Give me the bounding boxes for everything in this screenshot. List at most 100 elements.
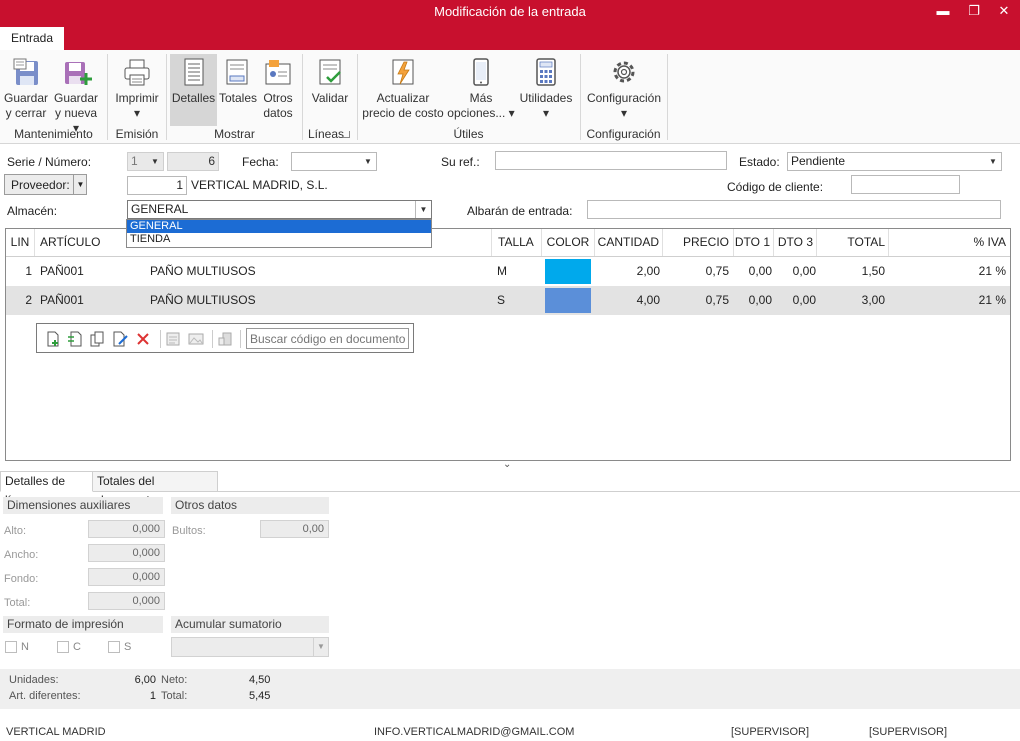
col-color[interactable]: COLOR bbox=[542, 229, 595, 256]
serie-select[interactable]: 1 ▼ bbox=[127, 152, 164, 171]
gear-icon bbox=[613, 61, 635, 83]
minimize-button[interactable]: ▬ bbox=[928, 0, 958, 24]
almacen-label: Almacén: bbox=[7, 204, 58, 218]
insert-line-icon[interactable] bbox=[67, 331, 83, 347]
maximize-button[interactable]: ❐ bbox=[959, 0, 989, 24]
validate-button[interactable]: Validar bbox=[308, 54, 352, 126]
delete-icon[interactable] bbox=[135, 331, 151, 347]
tab-detalles-linea[interactable]: Detalles de línea bbox=[0, 471, 93, 507]
calculator-icon bbox=[536, 58, 556, 86]
checkbox-c[interactable] bbox=[57, 641, 69, 653]
edit-line-icon[interactable] bbox=[112, 331, 128, 347]
codigo-cliente-field[interactable] bbox=[851, 175, 960, 194]
toolbar-separator bbox=[240, 330, 241, 348]
tab-totales-documento[interactable]: Totales del documento bbox=[93, 471, 218, 507]
stock-icon[interactable] bbox=[217, 331, 233, 347]
status-user-2: [SUPERVISOR] bbox=[869, 726, 948, 738]
col-cantidad[interactable]: CANTIDAD bbox=[595, 229, 663, 256]
almacen-option-general[interactable]: GENERAL bbox=[127, 220, 431, 233]
chevron-down-icon[interactable]: ⌄ bbox=[503, 459, 511, 470]
almacen-dropdown-list: GENERAL TIENDA bbox=[126, 219, 432, 248]
chevron-down-icon: ▼ bbox=[313, 638, 328, 656]
formato-impresion-header: Formato de impresión bbox=[3, 616, 163, 633]
update-cost-price-button[interactable]: Actualizar precio de costo bbox=[361, 54, 445, 126]
fecha-label: Fecha: bbox=[242, 155, 279, 169]
new-line-icon[interactable] bbox=[45, 331, 61, 347]
copy-line-icon[interactable] bbox=[89, 331, 105, 347]
color-swatch bbox=[545, 288, 591, 313]
checkbox-n[interactable] bbox=[5, 641, 17, 653]
utilities-label: Utilidades bbox=[519, 91, 573, 105]
save-new-button[interactable]: Guardar y nueva ▾ bbox=[51, 54, 101, 135]
proveedor-code-field[interactable]: 1 bbox=[127, 176, 187, 195]
other-data-button[interactable]: Otros datos bbox=[259, 54, 297, 126]
ancho-field[interactable]: 0,000 bbox=[88, 544, 165, 562]
estado-select[interactable]: Pendiente ▼ bbox=[787, 152, 1002, 171]
unidades-value: 6,00 bbox=[134, 674, 156, 686]
cell-descripcion: PAÑO MULTIUSOS bbox=[150, 293, 256, 307]
totals-label: Totales bbox=[218, 91, 258, 105]
checkbox-s-label: S bbox=[124, 641, 132, 653]
status-bar: VERTICAL MADRID INFO.VERTICALMADRID@GMAI… bbox=[0, 722, 1020, 741]
details-button[interactable]: Detalles bbox=[170, 54, 217, 126]
totals-icon bbox=[226, 59, 248, 85]
more-options-button[interactable]: Más opciones... ▾ bbox=[447, 54, 515, 126]
almacen-select[interactable]: GENERAL ▼ bbox=[127, 200, 432, 219]
utilities-button[interactable]: Utilidades ▾ bbox=[517, 54, 575, 126]
col-lin[interactable]: LIN bbox=[6, 229, 35, 256]
totals-button[interactable]: Totales bbox=[218, 54, 258, 126]
cell-cantidad: 2,00 bbox=[636, 264, 660, 278]
notes-icon[interactable] bbox=[165, 331, 181, 347]
alto-field[interactable]: 0,000 bbox=[88, 520, 165, 538]
more-options-label-2: opciones... ▾ bbox=[447, 106, 515, 120]
cell-total: 3,00 bbox=[861, 293, 885, 307]
print-dropdown-arrow: ▾ bbox=[133, 106, 141, 120]
chevron-down-icon: ▼ bbox=[989, 157, 997, 166]
numero-field[interactable]: 6 bbox=[167, 152, 219, 171]
total-dim-field[interactable]: 0,000 bbox=[88, 592, 165, 610]
serie-numero-label: Serie / Número: bbox=[7, 155, 92, 169]
save-close-button[interactable]: Guardar y cerrar bbox=[3, 54, 49, 126]
fondo-field[interactable]: 0,000 bbox=[88, 568, 165, 586]
acumular-sumatorio-header: Acumular sumatorio bbox=[171, 616, 329, 633]
col-talla[interactable]: TALLA bbox=[492, 229, 542, 256]
suref-field[interactable] bbox=[495, 151, 727, 170]
fecha-field[interactable]: ▼ bbox=[291, 152, 377, 171]
cell-descripcion: PAÑO MULTIUSOS bbox=[150, 264, 256, 278]
col-iva[interactable]: % IVA bbox=[889, 229, 1010, 256]
table-row[interactable]: 1 PAÑ001 PAÑO MULTIUSOS M 2,00 0,75 0,00… bbox=[6, 257, 1010, 286]
almacen-option-tienda[interactable]: TIENDA bbox=[127, 233, 431, 246]
codigo-cliente-label: Código de cliente: bbox=[727, 180, 824, 194]
details-tabstrip: Detalles de línea Totales del documento bbox=[0, 471, 1020, 507]
neto-value: 4,50 bbox=[249, 674, 271, 686]
bultos-field[interactable]: 0,00 bbox=[260, 520, 329, 538]
proveedor-button[interactable]: Proveedor: ▼ bbox=[4, 174, 87, 195]
group-label-mostrar: Mostrar bbox=[214, 127, 255, 141]
search-input[interactable] bbox=[246, 328, 409, 349]
print-button[interactable]: Imprimir ▾ bbox=[113, 54, 161, 126]
table-row[interactable]: 2 PAÑ001 PAÑO MULTIUSOS S 4,00 0,75 0,00… bbox=[6, 286, 1010, 315]
checkbox-s[interactable] bbox=[108, 641, 120, 653]
window-title: Modificación de la entrada bbox=[434, 4, 586, 19]
configuration-label: Configuración bbox=[586, 91, 662, 105]
cell-dto3: 0,00 bbox=[792, 264, 816, 278]
dimensiones-header: Dimensiones auxiliares bbox=[3, 497, 163, 514]
acumular-select[interactable]: ▼ bbox=[171, 637, 329, 657]
cell-talla: S bbox=[497, 293, 506, 307]
configuration-button[interactable]: Configuración ▾ bbox=[585, 54, 663, 126]
col-precio[interactable]: PRECIO bbox=[663, 229, 734, 256]
chevron-down-icon[interactable]: ▼ bbox=[73, 175, 87, 194]
close-button[interactable]: ✕ bbox=[989, 0, 1019, 24]
col-total[interactable]: TOTAL bbox=[817, 229, 889, 256]
update-cost-label-2: precio de costo bbox=[362, 106, 444, 120]
art-diferentes-value: 1 bbox=[149, 690, 156, 702]
lines-dialog-launcher-icon[interactable] bbox=[343, 131, 350, 138]
cell-dto1: 0,00 bbox=[748, 293, 772, 307]
image-icon[interactable] bbox=[188, 331, 204, 347]
other-data-icon bbox=[265, 60, 291, 85]
col-dto3[interactable]: DTO 3 bbox=[774, 229, 817, 256]
col-dto1[interactable]: DTO 1 bbox=[734, 229, 774, 256]
tab-entrada[interactable]: Entrada bbox=[0, 27, 64, 50]
ancho-label: Ancho: bbox=[4, 549, 39, 561]
albaran-field[interactable] bbox=[587, 200, 1001, 219]
